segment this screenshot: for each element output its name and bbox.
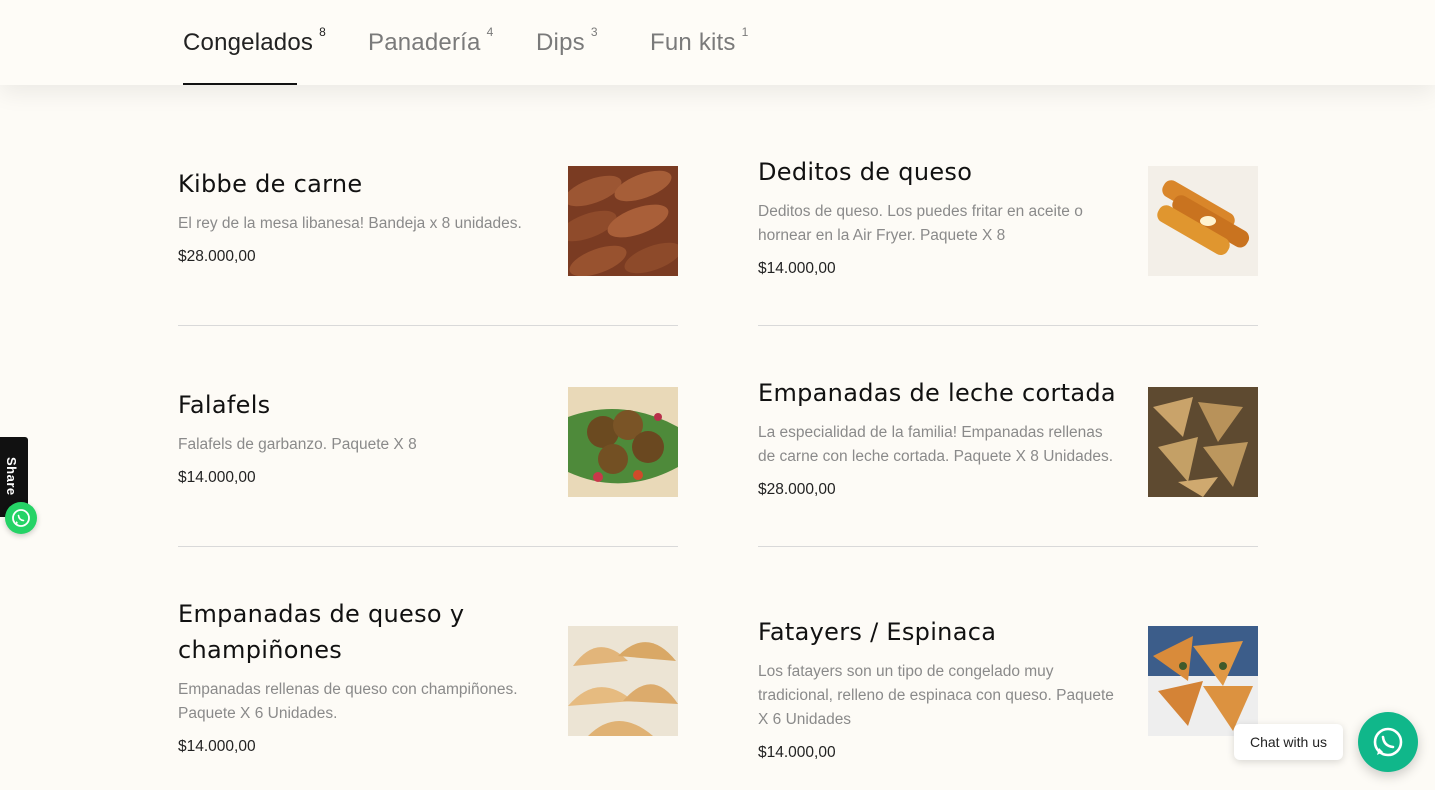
tab-congelados[interactable]: Congelados 8 [183,25,326,85]
whatsapp-icon [1373,727,1403,757]
empanadas-queso-image[interactable] [568,626,678,736]
menu-item-price: $14.000,00 [178,738,256,755]
tab-count: 8 [319,25,326,39]
active-tab-underline [183,83,297,85]
empanadas-leche-image[interactable] [1148,387,1258,497]
menu-item-description: Empanadas rellenas de queso con champiño… [178,681,518,722]
divider [178,325,678,326]
tab-fun-kits[interactable]: Fun kits 1 [650,25,749,85]
deditos-image[interactable] [1148,166,1258,276]
whatsapp-chat-button[interactable] [1358,712,1418,772]
menu-item-description: Deditos de queso. Los puedes fritar en a… [758,203,1083,244]
menu-item-description: Falafels de garbanzo. Paquete X 8 [178,436,417,453]
whatsapp-share-icon[interactable] [5,502,37,534]
divider [758,325,1258,326]
menu-item-description: Los fatayers son un tipo de congelado mu… [758,663,1114,728]
fatayers-image[interactable] [1148,626,1258,736]
share-label: Share [4,457,19,496]
category-tab-bar: Congelados 8 Panadería 4 Dips 3 Fun kits 1 [0,0,1435,85]
tab-label: Congelados [183,29,314,56]
chat-with-us-bubble[interactable]: Chat with us [1234,724,1343,760]
divider [178,546,678,547]
tab-label: Dips [536,29,585,56]
divider [758,546,1258,547]
menu-item-title: Empanadas de queso y champiñones [178,600,465,664]
tab-count: 4 [486,25,494,39]
menu-item-description: La especialidad de la familia! Empanadas… [758,424,1114,465]
tab-count: 1 [741,25,749,39]
menu-item-price: $14.000,00 [758,744,836,761]
tab-label: Fun kits [650,29,736,56]
tab-label: Panadería [368,29,481,56]
kibbe-image[interactable] [568,166,678,276]
tab-dips[interactable]: Dips 3 [536,25,598,85]
menu-item-description: El rey de la mesa libanesa! Bandeja x 8 … [178,215,522,232]
tab-count: 3 [590,25,598,39]
falafel-image[interactable] [568,387,678,497]
tab-panaderia[interactable]: Panadería 4 [368,25,493,85]
